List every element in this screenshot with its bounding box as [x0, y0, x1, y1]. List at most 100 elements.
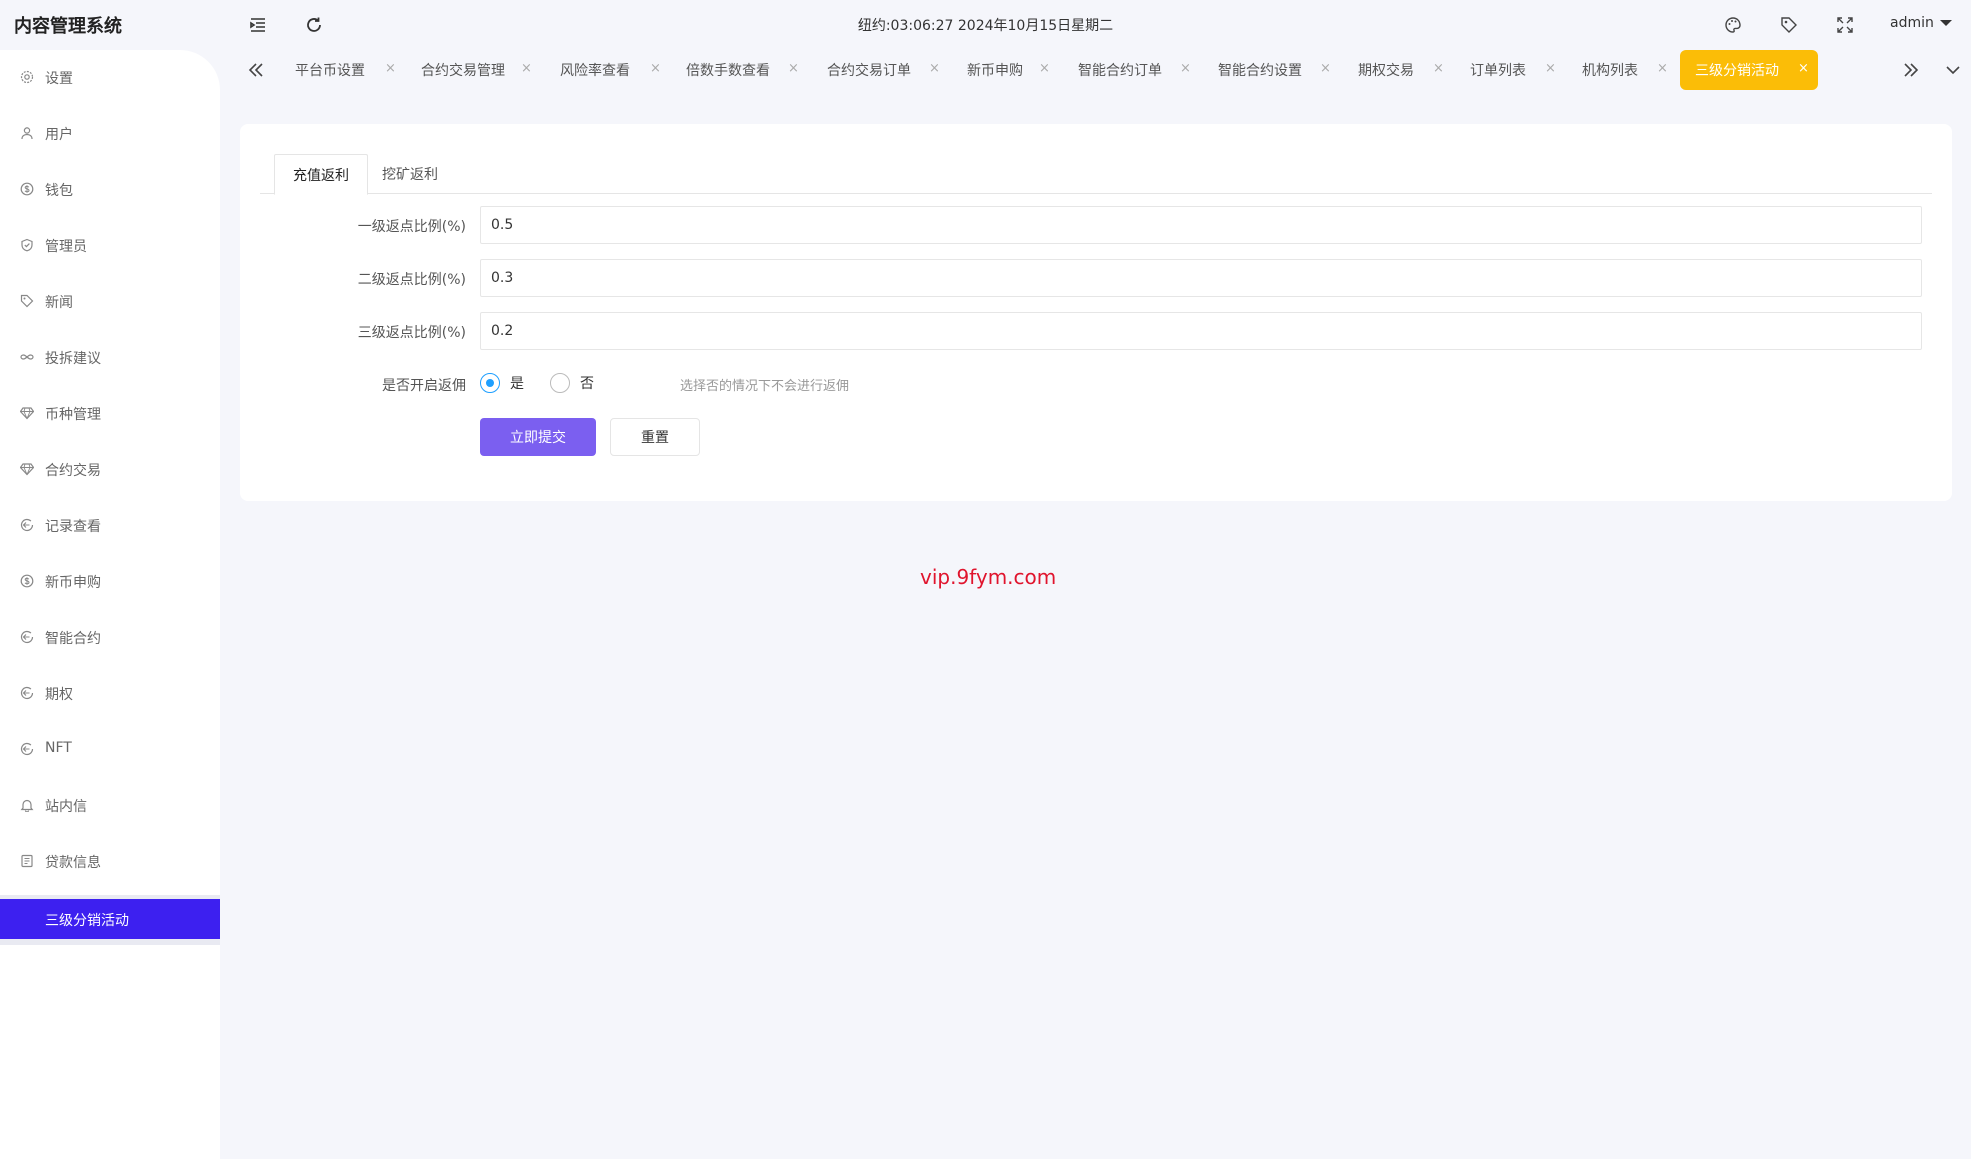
submit-button[interactable]: 立即提交 [480, 418, 596, 456]
tab-three-level-distribution[interactable]: 三级分销活动 × [1680, 50, 1818, 90]
tab-multiplier-lots[interactable]: 倍数手数查看 × [686, 50, 808, 90]
shield-icon [20, 238, 34, 252]
rebate-subtabs: 充值返利 挖矿返利 [260, 154, 1932, 195]
tab-institution-list[interactable]: 机构列表 × [1582, 50, 1677, 90]
user-name: admin [1890, 15, 1934, 31]
form-row-level2: 二级返点比例(%) [240, 259, 1952, 297]
tab-smart-contract-settings[interactable]: 智能合约设置 × [1218, 50, 1340, 90]
circle-arrow-icon [20, 686, 34, 700]
close-icon[interactable]: × [385, 61, 396, 76]
tab-strip: 平台币设置 × 合约交易管理 × 风险率查看 × 倍数手数查看 × 合约交易订单 × 新币申购 × 智能… [240, 50, 1971, 90]
circle-arrow-icon [20, 742, 34, 756]
close-icon[interactable]: × [1545, 61, 1556, 76]
sidebar-item-users[interactable]: 用户 [0, 112, 220, 156]
close-icon[interactable]: × [788, 61, 799, 76]
tab-risk-rate[interactable]: 风险率查看 × [560, 50, 670, 90]
form-row-enable-rebate: 是否开启返佣 是 否 选择否的情况下不会进行返佣 [240, 365, 1952, 403]
sidebar-item-loan-info[interactable]: 贷款信息 [0, 840, 220, 884]
tab-mining-rebate[interactable]: 挖矿返利 [364, 154, 456, 194]
close-icon[interactable]: × [1433, 61, 1444, 76]
radio-yes-label: 是 [510, 376, 524, 392]
close-icon[interactable]: × [1180, 61, 1191, 76]
radio-no[interactable]: 否 [550, 373, 594, 393]
form-row-level3: 三级返点比例(%) [240, 312, 1952, 350]
tab-label: 合约交易管理 [421, 63, 505, 79]
close-icon[interactable]: × [1798, 61, 1809, 76]
close-icon[interactable]: × [929, 61, 940, 76]
app-root: 内容管理系统 纽约:03:06:27 2024年10月15日星期二 admin … [0, 0, 1971, 1159]
level1-rebate-input[interactable] [480, 206, 1922, 244]
level1-label: 一级返点比例(%) [357, 219, 466, 235]
sidebar [0, 50, 220, 1159]
tab-label: 倍数手数查看 [686, 63, 770, 79]
sidebar-item-label: NFT [45, 740, 72, 756]
sidebar-item-settings[interactable]: 设置 [0, 56, 220, 100]
sidebar-item-currency-management[interactable]: 币种管理 [0, 392, 220, 436]
enable-rebate-radio-group: 是 否 [480, 373, 620, 393]
sidebar-item-label: 投拆建议 [45, 351, 101, 367]
sidebar-subitem-three-level-distribution[interactable]: 三级分销活动 [0, 899, 220, 939]
tabs-scroll-right-button[interactable] [1899, 58, 1923, 82]
sidebar-item-wallet[interactable]: 钱包 [0, 168, 220, 212]
enable-rebate-hint: 选择否的情况下不会进行返佣 [680, 379, 850, 394]
sidebar-item-records[interactable]: 记录查看 [0, 504, 220, 548]
diamond-icon [20, 462, 34, 476]
tab-new-coin-subscription[interactable]: 新币申购 × [967, 50, 1059, 90]
tab-options-trading[interactable]: 期权交易 × [1358, 50, 1453, 90]
chevron-down-icon [1946, 66, 1960, 75]
close-icon[interactable]: × [1039, 61, 1050, 76]
user-icon [20, 126, 34, 140]
sidebar-item-contract-trading[interactable]: 合约交易 [0, 448, 220, 492]
level3-rebate-input[interactable] [480, 312, 1922, 350]
sidebar-item-messages[interactable]: 站内信 [0, 784, 220, 828]
tab-smart-contract-orders[interactable]: 智能合约订单 × [1078, 50, 1200, 90]
sidebar-item-label: 新闻 [45, 295, 73, 311]
tab-platform-coin-settings[interactable]: 平台币设置 × [295, 50, 405, 90]
dollar-icon [20, 574, 34, 588]
sidebar-item-label: 钱包 [45, 183, 73, 199]
sidebar-item-admins[interactable]: 管理员 [0, 224, 220, 268]
header-clock: 纽约:03:06:27 2024年10月15日星期二 [857, 18, 1114, 34]
close-icon[interactable]: × [521, 61, 532, 76]
close-icon[interactable]: × [650, 61, 661, 76]
sidebar-item-options[interactable]: 期权 [0, 672, 220, 716]
level2-rebate-input[interactable] [480, 259, 1922, 297]
tab-label: 智能合约订单 [1078, 63, 1162, 79]
sidebar-item-nft[interactable]: NFT [0, 728, 220, 772]
tag-icon [1781, 17, 1797, 33]
sidebar-item-complaints[interactable]: 投拆建议 [0, 336, 220, 380]
tab-label: 平台币设置 [295, 63, 365, 79]
enable-rebate-label: 是否开启返佣 [382, 378, 466, 394]
level2-label: 二级返点比例(%) [357, 272, 466, 288]
tab-contract-orders[interactable]: 合约交易订单 × [827, 50, 949, 90]
sidebar-item-label: 期权 [45, 687, 73, 703]
double-chevron-left-icon [248, 63, 263, 77]
user-menu[interactable]: admin [1890, 15, 1952, 31]
sidebar-item-label: 新币申购 [45, 575, 101, 591]
sidebar-item-label: 管理员 [45, 239, 87, 255]
reset-button[interactable]: 重置 [610, 418, 700, 456]
close-icon[interactable]: × [1320, 61, 1331, 76]
tag-button[interactable] [1778, 14, 1800, 36]
sidebar-item-smart-contract[interactable]: 智能合约 [0, 616, 220, 660]
tab-contract-trading-management[interactable]: 合约交易管理 × [421, 50, 541, 90]
sidebar-item-new-coin-subscription[interactable]: 新币申购 [0, 560, 220, 604]
tabs-menu-button[interactable] [1941, 58, 1965, 82]
top-header: 内容管理系统 纽约:03:06:27 2024年10月15日星期二 admin [0, 0, 1971, 50]
tab-order-list[interactable]: 订单列表 × [1470, 50, 1565, 90]
fullscreen-button[interactable] [1834, 14, 1856, 36]
tab-recharge-rebate[interactable]: 充值返利 [274, 154, 368, 195]
radio-no-label: 否 [580, 376, 594, 392]
diamond-icon [20, 406, 34, 420]
radio-yes[interactable]: 是 [480, 373, 524, 393]
close-icon[interactable]: × [1657, 61, 1668, 76]
tabs-scroll-left-button[interactable] [244, 58, 268, 82]
tab-label: 机构列表 [1582, 63, 1638, 79]
rebate-settings-card: 充值返利 挖矿返利 一级返点比例(%) 二级返点比例(%) 三级返点比例(%) … [240, 124, 1952, 501]
sidebar-item-label: 贷款信息 [45, 855, 101, 871]
sidebar-item-label: 智能合约 [45, 631, 101, 647]
sidebar-item-news[interactable]: 新闻 [0, 280, 220, 324]
theme-button[interactable] [1722, 14, 1744, 36]
sidebar-item-label: 合约交易 [45, 463, 101, 479]
tab-label: 合约交易订单 [827, 63, 911, 79]
